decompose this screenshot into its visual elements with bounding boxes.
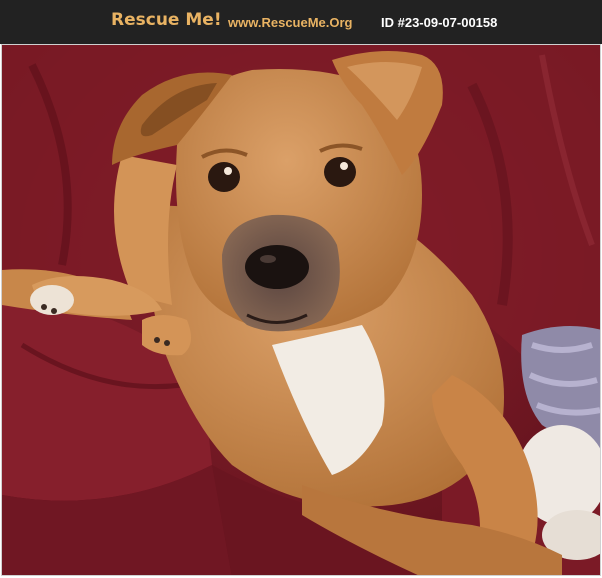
pet-id-label: ID #23-09-07-00158	[381, 15, 498, 30]
right-eye	[324, 157, 356, 187]
site-url[interactable]: www.RescueMe.Org	[228, 15, 353, 30]
top-banner: Rescue Me! www.RescueMe.Org ID #23-09-07…	[0, 0, 602, 44]
puppy-on-couch-image	[2, 45, 600, 575]
brand-logo-text[interactable]: Rescue Me!	[111, 10, 222, 30]
left-eye	[208, 162, 240, 192]
nose	[245, 245, 309, 289]
pet-photo	[1, 44, 601, 576]
photo-frame	[0, 44, 602, 578]
